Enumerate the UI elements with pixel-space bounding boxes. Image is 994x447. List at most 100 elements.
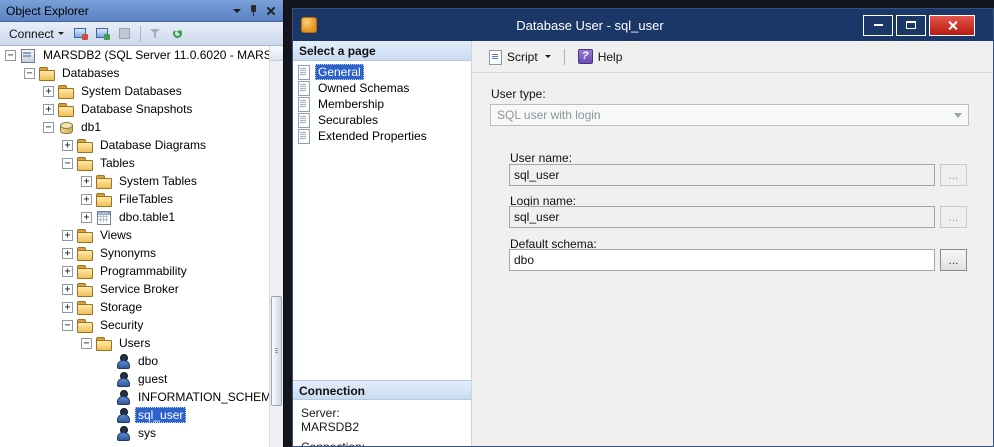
expand-icon[interactable]: + (62, 248, 73, 259)
stop-button[interactable] (115, 24, 135, 44)
expand-icon[interactable]: + (81, 194, 92, 205)
page-item-general[interactable]: General (296, 64, 471, 80)
user-type-value: SQL user with login (497, 108, 954, 122)
disconnect-icon (74, 27, 88, 40)
script-button[interactable]: Script (480, 45, 559, 68)
tree-item-users[interactable]: −Users (0, 334, 283, 352)
user-icon (115, 426, 130, 440)
tree-item-sys[interactable]: sys (0, 424, 283, 442)
folder-icon (58, 102, 73, 116)
minimize-icon (874, 24, 883, 26)
tree-item-database-diagrams[interactable]: +Database Diagrams (0, 136, 283, 154)
tree-item-marsdb2-sql-server-11-0-6020-marsd[interactable]: − MARSDB2 (SQL Server 11.0.6020 - MARSD (0, 46, 283, 64)
tree-item-label: System Tables (116, 173, 200, 189)
tree-item-label: dbo.table1 (116, 209, 178, 225)
user-name-input[interactable] (509, 164, 935, 186)
minimize-button[interactable] (863, 15, 893, 36)
pin-icon[interactable] (245, 3, 262, 19)
tree-item-dbo-table1[interactable]: + dbo.table1 (0, 208, 283, 226)
tree-item-label: sql_user (135, 407, 186, 423)
connect-server-button[interactable] (93, 24, 113, 44)
object-explorer-titlebar[interactable]: Object Explorer (0, 0, 283, 22)
tree-item-system-tables[interactable]: + System Tables (0, 172, 283, 190)
tree-item-system-databases[interactable]: +System Databases (0, 82, 283, 100)
refresh-button[interactable] (168, 24, 188, 44)
connect-label: Connect (9, 27, 54, 41)
user-type-select[interactable]: SQL user with login (490, 104, 969, 126)
expand-icon[interactable]: + (81, 176, 92, 187)
tree-item-information-schem[interactable]: INFORMATION_SCHEM (0, 388, 283, 406)
app-icon (301, 17, 317, 33)
tree-item-filetables[interactable]: + FileTables (0, 190, 283, 208)
tree-item-tables[interactable]: − Tables (0, 154, 283, 172)
toolbar-separator (564, 49, 565, 65)
collapse-icon[interactable]: − (43, 122, 54, 133)
login-name-browse-button[interactable]: ... (940, 206, 967, 228)
close-panel-icon[interactable] (262, 3, 279, 19)
folder-icon (77, 156, 92, 170)
tree-item-label: Security (97, 317, 146, 333)
page-item-extended-properties[interactable]: Extended Properties (296, 128, 471, 144)
tree-item-label: dbo (135, 353, 161, 369)
connect-button[interactable]: Connect (4, 24, 69, 44)
scrollbar-thumb[interactable] (271, 296, 282, 406)
page-item-owned-schemas[interactable]: Owned Schemas (296, 80, 471, 96)
user-name-label: User name: (510, 151, 572, 165)
expand-icon[interactable]: + (43, 104, 54, 115)
expand-icon[interactable]: + (62, 302, 73, 313)
select-a-page-header: Select a page (293, 41, 471, 61)
page-item-membership[interactable]: Membership (296, 96, 471, 112)
tree-item-sql-user[interactable]: sql_user (0, 406, 283, 424)
user-name-browse-button[interactable]: ... (940, 164, 967, 186)
tree-item-guest[interactable]: guest (0, 370, 283, 388)
default-schema-browse-button[interactable]: ... (940, 249, 967, 271)
dialog-titlebar[interactable]: Database User - sql_user (293, 9, 993, 41)
collapse-icon[interactable]: − (62, 158, 73, 169)
disconnect-button[interactable] (71, 24, 91, 44)
expand-icon[interactable]: + (62, 266, 73, 277)
collapse-icon[interactable]: − (24, 68, 35, 79)
object-explorer-scrollbar[interactable] (269, 46, 283, 447)
tree-item-views[interactable]: +Views (0, 226, 283, 244)
expand-icon[interactable]: + (62, 284, 73, 295)
close-button[interactable] (929, 15, 975, 36)
collapse-icon[interactable]: − (62, 320, 73, 331)
expand-icon[interactable]: + (43, 86, 54, 97)
page-item-securables[interactable]: Securables (296, 112, 471, 128)
collapse-icon[interactable]: − (5, 50, 16, 61)
filter-button[interactable] (146, 24, 166, 44)
folder-icon (77, 318, 92, 332)
expand-icon[interactable]: + (81, 212, 92, 223)
page-icon (296, 113, 311, 127)
tree-item-label: MARSDB2 (SQL Server 11.0.6020 - MARSD (40, 47, 283, 63)
tree-item-service-broker[interactable]: +Service Broker (0, 280, 283, 298)
maximize-button[interactable] (896, 15, 926, 36)
tree-item-synonyms[interactable]: +Synonyms (0, 244, 283, 262)
page-item-label: Owned Schemas (315, 80, 412, 96)
tree-item-security[interactable]: − Security (0, 316, 283, 334)
stop-icon (119, 28, 130, 39)
tree-item-db1[interactable]: −db1 (0, 118, 283, 136)
tree-item-storage[interactable]: +Storage (0, 298, 283, 316)
tree-item-label: Tables (97, 155, 138, 171)
page-item-label: General (315, 64, 364, 80)
collapse-icon[interactable]: − (81, 338, 92, 349)
default-schema-input[interactable] (509, 249, 935, 271)
expand-icon[interactable]: + (62, 140, 73, 151)
folder-icon (77, 228, 92, 242)
tree-item-dbo[interactable]: dbo (0, 352, 283, 370)
user-type-label: User type: (491, 87, 546, 101)
window-position-menu-icon[interactable] (228, 3, 245, 19)
folder-icon (96, 192, 111, 206)
tree-item-label: FileTables (116, 191, 176, 207)
expand-icon[interactable]: + (62, 230, 73, 241)
tree-item-label: guest (135, 371, 170, 387)
tree-item-database-snapshots[interactable]: +Database Snapshots (0, 100, 283, 118)
tree-item-programmability[interactable]: +Programmability (0, 262, 283, 280)
help-button[interactable]: ? Help (570, 45, 631, 68)
folder-icon (39, 66, 54, 80)
connection-label: Connection: (301, 440, 471, 446)
login-name-input[interactable] (509, 206, 935, 228)
scroll-up-button[interactable] (270, 46, 283, 61)
tree-item-databases[interactable]: −Databases (0, 64, 283, 82)
